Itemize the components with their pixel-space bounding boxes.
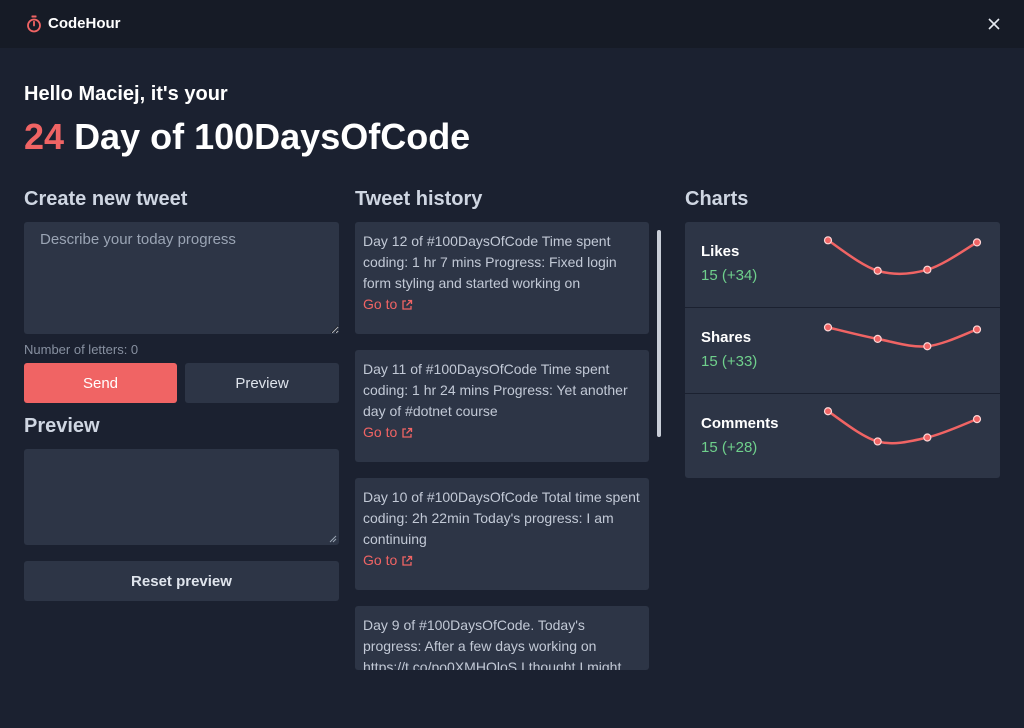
tweet-text: Day 10 of #100DaysOfCode Total time spen…	[363, 489, 640, 547]
data-point	[972, 415, 982, 424]
data-point	[923, 433, 932, 442]
preview-title: Preview	[24, 415, 100, 437]
comments-sparkline	[823, 407, 982, 446]
reset-preview-button[interactable]: Reset preview	[24, 561, 339, 601]
data-point	[873, 266, 882, 275]
close-icon[interactable]	[984, 14, 1004, 34]
chart-name: Comments	[701, 415, 779, 432]
external-link-icon	[402, 299, 413, 310]
preview-box	[24, 449, 339, 545]
tweet-history-list[interactable]: Day 12 of #100DaysOfCode Time spent codi…	[355, 222, 665, 670]
data-point	[823, 236, 833, 245]
day-number: 24	[24, 116, 65, 157]
stopwatch-icon	[27, 15, 41, 33]
data-point	[873, 334, 882, 343]
go-to-label: Go to	[363, 424, 398, 440]
data-point	[823, 407, 833, 416]
go-to-label: Go to	[363, 552, 398, 568]
preview-button[interactable]: Preview	[185, 363, 339, 403]
tweet-input[interactable]	[24, 222, 339, 334]
chart-row-likes: Likes 15 (+34)	[685, 222, 1000, 306]
chart-value: 15 (+28)	[701, 439, 758, 456]
likes-sparkline	[823, 236, 982, 276]
data-point	[923, 342, 932, 351]
title-bar: CodeHour	[0, 0, 1024, 48]
tweet-card: Day 9 of #100DaysOfCode. Today's progres…	[355, 606, 649, 670]
series-line	[827, 326, 978, 348]
chart-row-shares: Shares 15 (+33)	[685, 307, 1000, 391]
data-point	[923, 265, 932, 274]
create-tweet-title: Create new tweet	[24, 188, 188, 210]
tweet-text: Day 12 of #100DaysOfCode Time spent codi…	[363, 233, 617, 291]
chart-value: 15 (+33)	[701, 353, 758, 370]
series-line	[827, 410, 978, 445]
page-title-text: Day of 100DaysOfCode	[74, 116, 471, 157]
tweet-card: Day 11 of #100DaysOfCode Time spent codi…	[355, 350, 649, 462]
data-point	[972, 325, 982, 334]
go-to-label: Go to	[363, 296, 398, 312]
tweet-history-title: Tweet history	[355, 188, 483, 210]
chart-name: Likes	[701, 243, 740, 260]
send-button[interactable]: Send	[24, 363, 177, 403]
page-title: 24 Day of 100DaysOfCode	[24, 116, 470, 158]
data-point	[823, 323, 833, 332]
resize-grip-icon[interactable]	[329, 535, 337, 543]
tweet-card: Day 12 of #100DaysOfCode Time spent codi…	[355, 222, 649, 334]
charts-panel: Likes 15 (+34) Shares 15 (+33) Comments …	[685, 222, 1000, 478]
go-to-link[interactable]: Go to	[363, 422, 413, 443]
greeting: Hello Maciej, it's your	[24, 83, 228, 105]
external-link-icon	[402, 555, 413, 566]
chart-name: Shares	[701, 329, 752, 346]
tweet-card: Day 10 of #100DaysOfCode Total time spen…	[355, 478, 649, 590]
go-to-link[interactable]: Go to	[363, 294, 413, 315]
charts-title: Charts	[685, 188, 749, 210]
letter-count: Number of letters: 0	[24, 342, 139, 357]
external-link-icon	[402, 427, 413, 438]
tweet-text: Day 11 of #100DaysOfCode Time spent codi…	[363, 361, 628, 419]
chart-row-comments: Comments 15 (+28)	[685, 393, 1000, 477]
shares-sparkline	[823, 323, 982, 351]
data-point	[972, 238, 982, 247]
app-name: CodeHour	[48, 15, 121, 32]
series-line	[827, 239, 978, 276]
history-scrollbar[interactable]	[657, 230, 661, 437]
data-point	[873, 437, 882, 446]
go-to-link[interactable]: Go to	[363, 550, 413, 571]
tweet-text: Day 9 of #100DaysOfCode. Today's progres…	[363, 617, 622, 670]
chart-value: 15 (+34)	[701, 267, 758, 284]
